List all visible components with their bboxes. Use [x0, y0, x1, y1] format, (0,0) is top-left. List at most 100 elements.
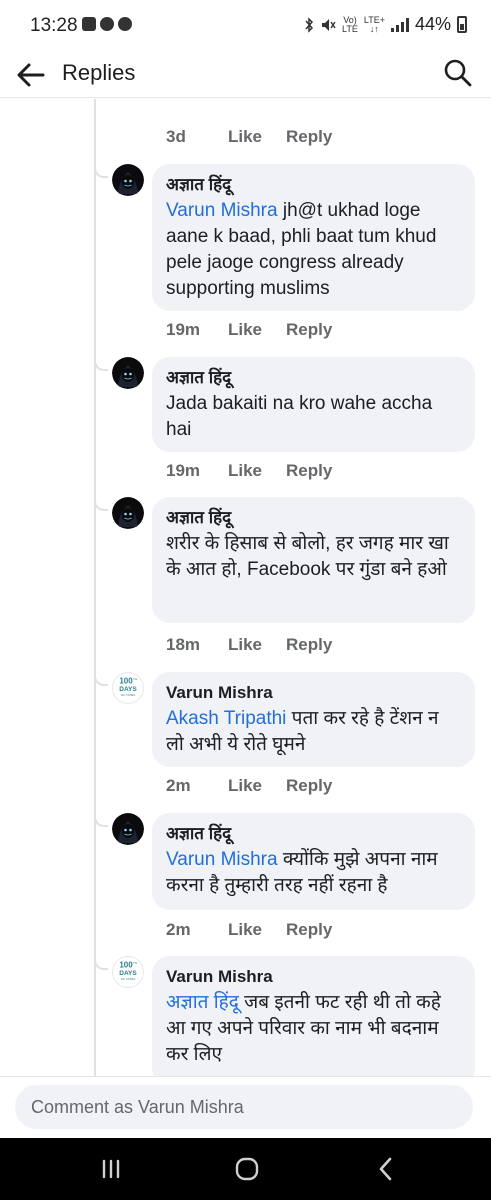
comment-actions: 19m Like Reply [166, 461, 332, 481]
svg-text:OF YATRA: OF YATRA [121, 693, 136, 697]
comment-input[interactable]: Comment as Varun Mishra [15, 1085, 473, 1129]
mention-link[interactable]: अज्ञात हिंदू [166, 992, 239, 1013]
avatar[interactable]: 100 TH DAYS OF YATRA [112, 956, 144, 988]
signal-icon [390, 17, 409, 32]
svg-text:TH: TH [133, 961, 137, 965]
comment-author[interactable]: Varun Mishra [166, 966, 461, 988]
mention-link[interactable]: Varun Mishra [166, 849, 278, 870]
whatsapp-notification-icon [100, 17, 114, 31]
comment-body: शरीर के हिसाब से बोलो, हर जगह मार खा के … [166, 533, 449, 580]
like-button[interactable]: Like [228, 635, 262, 655]
see-more-link[interactable]: more [152, 99, 476, 100]
comment-bubble[interactable]: अज्ञात हिंदू Jada bakaiti na kro wahe ac… [152, 357, 475, 452]
hooded-figure-icon [112, 164, 144, 196]
comment-text: शरीर के हिसाब से बोलो, हर जगह मार खा के … [166, 531, 461, 583]
svg-text:100: 100 [119, 677, 133, 686]
search-icon[interactable] [443, 58, 473, 88]
comment-bubble[interactable]: Varun Mishra Akash Tripathi पता कर रहे ह… [152, 672, 475, 767]
comment-actions: 18m Like Reply [166, 635, 332, 655]
yatra-badge-icon: 100 TH DAYSOF YATRA [112, 672, 144, 704]
hooded-figure-icon [112, 813, 144, 845]
gallery-notification-icon [82, 17, 96, 31]
comment-time: 19m [166, 320, 201, 339]
comment-actions: 2m Like Reply [166, 776, 332, 796]
reply-thread[interactable]: more 3d Like Reply अज्ञात हिंदू Varun Mi… [0, 99, 491, 1076]
comment-author[interactable]: अज्ञात हिंदू [166, 174, 461, 196]
app-header: Replies [0, 52, 491, 98]
comment-author[interactable]: अज्ञात हिंदू [166, 823, 461, 845]
avatar[interactable] [112, 164, 144, 196]
reply-button[interactable]: Reply [286, 320, 332, 340]
thread-connector [94, 813, 108, 827]
comment-bubble[interactable]: Varun Mishra अज्ञात हिंदू जब इतनी फट रही… [152, 956, 475, 1076]
svg-text:OF YATRA: OF YATRA [121, 977, 136, 981]
comment-time: 2m [166, 776, 191, 795]
truncated-comment-more[interactable]: more [152, 99, 476, 107]
reply-button[interactable]: Reply [286, 461, 332, 481]
hooded-figure-icon [112, 357, 144, 389]
reply-button[interactable]: Reply [286, 920, 332, 940]
volte-bottom: LTE [342, 23, 358, 34]
google-notification-icon [118, 17, 132, 31]
status-time: 13:28 [30, 15, 78, 36]
volte-indicator: Vo) LTE [342, 15, 358, 34]
comment-author[interactable]: अज्ञात हिंदू [166, 367, 461, 389]
avatar[interactable] [112, 497, 144, 529]
battery-percent: 44% [414, 14, 451, 34]
comment-text: Jada bakaiti na kro wahe accha hai [166, 391, 461, 443]
comment-text: अज्ञात हिंदू जब इतनी फट रही थी तो कहे आ … [166, 990, 461, 1068]
comment-bubble[interactable]: अज्ञात हिंदू Varun Mishra jh@t ukhad log… [152, 164, 475, 311]
comment-body: Jada bakaiti na kro wahe accha hai [166, 393, 433, 440]
like-button[interactable]: Like [228, 920, 262, 940]
comment-bubble[interactable]: अज्ञात हिंदू Varun Mishra क्योंकि मुझे अ… [152, 813, 475, 910]
svg-text:TH: TH [133, 677, 137, 681]
battery-icon [457, 16, 467, 33]
comment-actions: 3d Like Reply [166, 127, 332, 147]
thread-connector [94, 497, 108, 511]
mention-link[interactable]: Akash Tripathi [166, 708, 286, 729]
thread-connector [94, 357, 108, 371]
recents-icon[interactable] [96, 1156, 126, 1182]
lte-indicator: LTE+ ↓↑ [364, 15, 385, 34]
thread-connector [94, 672, 108, 686]
comment-text: Akash Tripathi पता कर रहे है टेंशन न लो … [166, 706, 461, 758]
like-button[interactable]: Like [228, 776, 262, 796]
comment-time: 19m [166, 461, 201, 480]
svg-text:100: 100 [119, 961, 133, 970]
comment-author[interactable]: Varun Mishra [166, 682, 461, 704]
avatar[interactable] [112, 813, 144, 845]
comment-text: Varun Mishra jh@t ukhad loge aane k baad… [166, 198, 461, 302]
thread-line [94, 99, 96, 1076]
mention-link[interactable]: Varun Mishra [166, 200, 278, 221]
like-button[interactable]: Like [228, 127, 262, 147]
svg-text:DAYS: DAYS [119, 970, 137, 977]
avatar[interactable] [112, 357, 144, 389]
thread-connector [94, 164, 108, 178]
comment-author[interactable]: अज्ञात हिंदू [166, 507, 461, 529]
bluetooth-icon [305, 16, 314, 33]
like-button[interactable]: Like [228, 461, 262, 481]
like-button[interactable]: Like [228, 320, 262, 340]
comment-bubble[interactable]: अज्ञात हिंदू शरीर के हिसाब से बोलो, हर ज… [152, 497, 475, 623]
notification-icons [82, 17, 132, 31]
comment-actions: 2m Like Reply [166, 920, 332, 940]
hooded-figure-icon [112, 497, 144, 529]
page-title: Replies [62, 60, 136, 85]
system-nav-bar [0, 1138, 491, 1200]
yatra-badge-icon: 100 TH DAYSOF YATRA [112, 956, 144, 988]
status-right: Vo) LTE LTE+ ↓↑ 44% [304, 14, 467, 35]
reply-button[interactable]: Reply [286, 776, 332, 796]
back-chevron-icon[interactable] [372, 1156, 402, 1182]
comment-text: Varun Mishra क्योंकि मुझे अपना नाम करना … [166, 847, 461, 899]
comment-composer: Comment as Varun Mishra [0, 1076, 491, 1138]
arrow-left-icon[interactable] [14, 58, 48, 92]
avatar[interactable]: 100 TH DAYS OF YATRA [112, 672, 144, 704]
status-bar: 13:28 Vo) LTE LTE+ ↓↑ 44% [0, 0, 491, 52]
comment-time: 18m [166, 635, 201, 654]
thread-connector [94, 956, 108, 970]
home-icon[interactable] [232, 1156, 262, 1182]
reply-button[interactable]: Reply [286, 127, 332, 147]
reply-button[interactable]: Reply [286, 635, 332, 655]
comment-actions: 19m Like Reply [166, 320, 332, 340]
mute-icon [322, 18, 336, 31]
